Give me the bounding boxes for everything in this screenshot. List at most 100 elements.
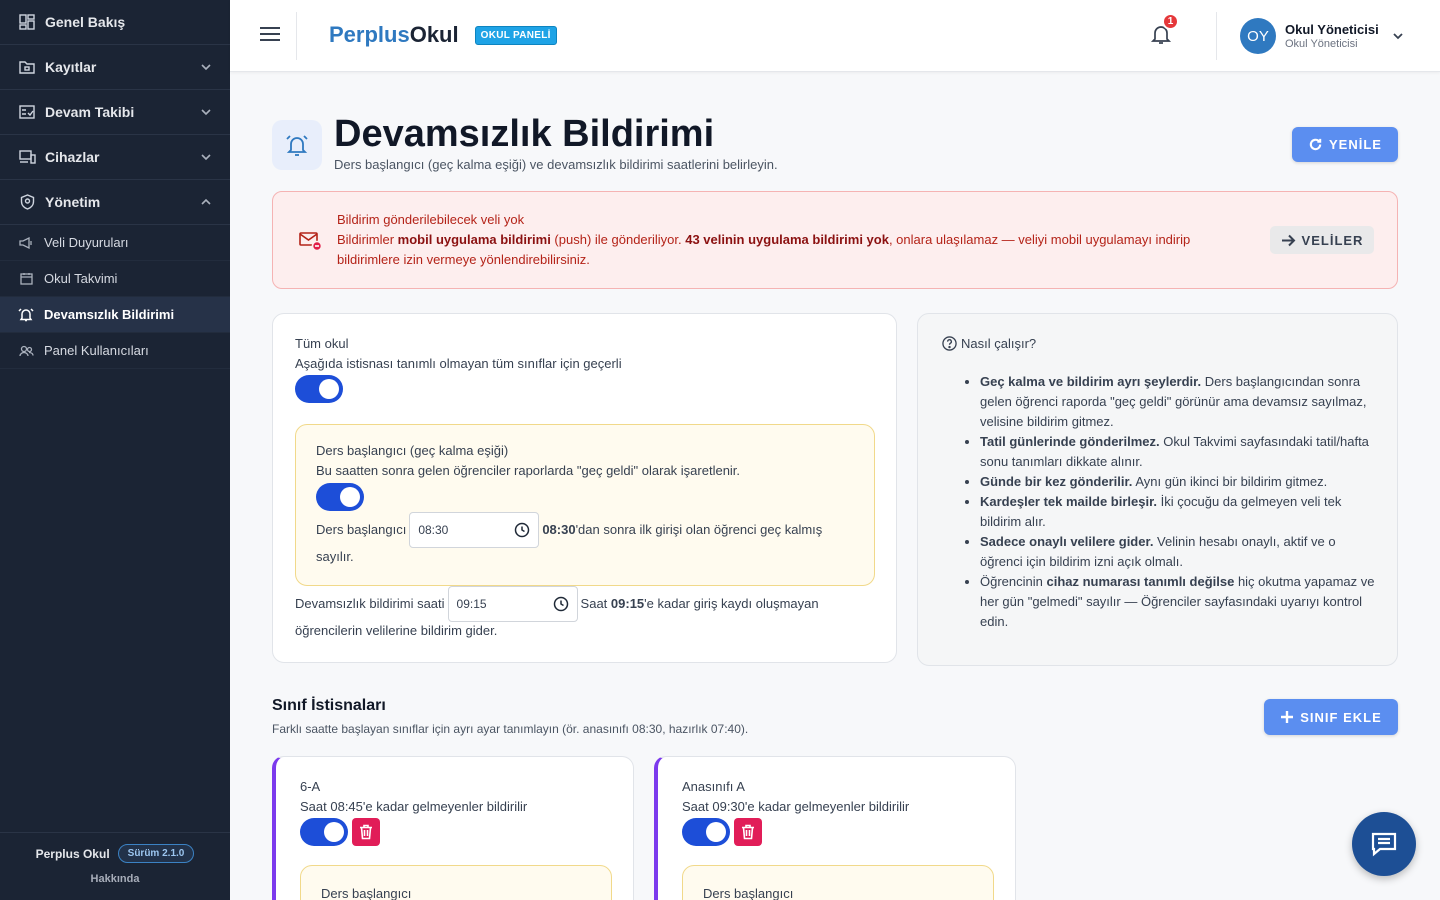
refresh-icon bbox=[1309, 138, 1322, 151]
sidebar-subitem-okul-takvimi[interactable]: Okul Takvimi bbox=[0, 261, 230, 297]
folder-icon bbox=[18, 58, 36, 76]
page-subtitle: Ders başlangıcı (geç kalma eşiği) ve dev… bbox=[334, 157, 778, 172]
add-class-label: SINIF EKLE bbox=[1300, 709, 1382, 725]
calendar-icon bbox=[18, 271, 34, 287]
megaphone-icon bbox=[18, 235, 34, 251]
add-class-button[interactable]: SINIF EKLE bbox=[1264, 699, 1398, 735]
sidebar-footer: Perplus Okul Sürüm 2.1.0 Hakkında bbox=[0, 832, 230, 900]
trash-icon bbox=[742, 824, 754, 840]
sidebar-item-label: Cihazlar bbox=[45, 149, 100, 165]
clock-icon bbox=[553, 596, 568, 612]
sidebar-item-kayitlar[interactable]: Kayıtlar bbox=[0, 45, 230, 90]
sidebar-subitem-veli-duyurulari[interactable]: Veli Duyuruları bbox=[0, 225, 230, 261]
school-settings-card: Tüm okul Aşağıda istisnası tanımlı olmay… bbox=[272, 313, 897, 663]
chevron-down-icon bbox=[1393, 33, 1403, 40]
menu-toggle-icon[interactable] bbox=[260, 27, 280, 43]
no-recipient-alert: Bildirim gönderilebilecek veli yok Bildi… bbox=[272, 191, 1398, 289]
threshold-time-input[interactable]: 08:30 bbox=[409, 512, 540, 548]
delete-button[interactable] bbox=[352, 818, 380, 846]
sidebar-item-cihazlar[interactable]: Cihazlar bbox=[0, 135, 230, 180]
clock-icon bbox=[515, 522, 530, 538]
arrow-right-icon bbox=[1281, 234, 1295, 246]
info-list: Geç kalma ve bildirim ayrı şeylerdir. De… bbox=[980, 372, 1376, 632]
chevron-up-icon bbox=[201, 198, 211, 205]
avatar: OY bbox=[1240, 18, 1276, 54]
notify-hint-cont: öğrencilerin velilerine bildirim gider. bbox=[295, 623, 498, 638]
sidebar-subitem-devamsizlik-bildirimi[interactable]: Devamsızlık Bildirimi bbox=[0, 297, 230, 333]
sidebar-item-devam-takibi[interactable]: Devam Takibi bbox=[0, 90, 230, 135]
list-item: Sadece onaylı velilere gider. Velinin he… bbox=[980, 532, 1376, 572]
threshold-field-label: Ders başlangıcı bbox=[316, 522, 407, 537]
panel-badge: OKUL PANELİ bbox=[474, 25, 557, 45]
sidebar-item-genel-bakis[interactable]: Genel Bakış bbox=[0, 0, 230, 45]
brand-part-2: Okul bbox=[409, 22, 459, 47]
class-toggle[interactable] bbox=[682, 818, 730, 846]
help-icon bbox=[942, 336, 957, 351]
scope-description: Aşağıda istisnası tanımlı olmayan tüm sı… bbox=[295, 356, 622, 371]
list-item: Öğrencinin cihaz numarası tanımlı değils… bbox=[980, 572, 1376, 632]
class-toggle[interactable] bbox=[300, 818, 348, 846]
page-title: Devamsızlık Bildirimi bbox=[334, 113, 715, 155]
users-icon bbox=[18, 343, 34, 359]
sidebar-subitem-label: Veli Duyuruları bbox=[44, 235, 129, 250]
refresh-button[interactable]: YENİLE bbox=[1292, 127, 1398, 162]
class-exception-card: Anasınıfı A Saat 09:30'e kadar gelmeyenl… bbox=[654, 756, 1016, 900]
threshold-title: Ders başlangıcı (geç kalma eşiği) bbox=[316, 443, 509, 458]
mail-error-icon bbox=[299, 232, 323, 252]
how-it-works-card: Nasıl çalışır? Geç kalma ve bildirim ayr… bbox=[917, 313, 1398, 666]
refresh-label: YENİLE bbox=[1329, 137, 1382, 152]
user-name: Okul Yöneticisi bbox=[1285, 22, 1379, 37]
header-divider bbox=[1216, 12, 1217, 60]
threshold-time-value: 08:30 bbox=[418, 523, 449, 537]
chat-button[interactable] bbox=[1352, 812, 1416, 876]
notify-time-input[interactable]: 09:15 bbox=[447, 586, 578, 622]
exceptions-subtitle: Farklı saatte başlayan sınıflar için ayr… bbox=[272, 722, 749, 736]
plus-icon bbox=[1281, 711, 1294, 723]
brand-logo: Perplus Okul OKUL PANELİ bbox=[329, 22, 557, 48]
shield-icon bbox=[18, 193, 36, 211]
class-threshold-label: Ders başlangıcı bbox=[703, 886, 794, 900]
sidebar-subitem-label: Okul Takvimi bbox=[44, 271, 118, 286]
alert-message: Bildirimler mobil uygulama bildirimi (pu… bbox=[337, 232, 1191, 267]
alert-title: Bildirim gönderilebilecek veli yok bbox=[337, 212, 525, 227]
info-title: Nasıl çalışır? bbox=[961, 336, 1037, 351]
sidebar-subitem-label: Panel Kullanıcıları bbox=[44, 343, 149, 358]
sidebar-subitem-label: Devamsızlık Bildirimi bbox=[44, 307, 175, 322]
chevron-down-icon bbox=[201, 64, 211, 71]
list-item: Geç kalma ve bildirim ayrı şeylerdir. De… bbox=[980, 372, 1376, 432]
user-menu[interactable]: OY Okul Yöneticisi Okul Yöneticisi bbox=[1240, 18, 1405, 54]
class-name: 6-A bbox=[300, 779, 321, 794]
list-item: Günde bir kez gönderilir. Aynı gün ikinc… bbox=[980, 472, 1376, 492]
sidebar-item-yonetim[interactable]: Yönetim bbox=[0, 180, 230, 225]
sidebar: Genel Bakış Kayıtlar Devam Takibi Cihazl… bbox=[0, 0, 230, 900]
devices-icon bbox=[18, 148, 36, 166]
class-threshold-label: Ders başlangıcı bbox=[321, 886, 412, 900]
threshold-toggle[interactable] bbox=[316, 483, 364, 511]
scope-title: Tüm okul bbox=[295, 336, 349, 351]
list-item: Kardeşler tek mailde birleşir. İki çocuğ… bbox=[980, 492, 1376, 532]
page-alarm-icon bbox=[272, 120, 322, 170]
class-threshold-box: Ders başlangıcı bbox=[300, 865, 612, 900]
chevron-down-icon bbox=[201, 109, 211, 116]
notify-hint: Saat 09:15'e kadar giriş kaydı oluşmayan bbox=[580, 596, 819, 611]
class-threshold-box: Ders başlangıcı bbox=[682, 865, 994, 900]
class-name: Anasınıfı A bbox=[682, 779, 745, 794]
delete-button[interactable] bbox=[734, 818, 762, 846]
about-link[interactable]: Hakkında bbox=[0, 873, 230, 885]
class-description: Saat 08:45'e kadar gelmeyenler bildirili… bbox=[300, 799, 528, 814]
veliler-label: VELİLER bbox=[1301, 232, 1364, 248]
footer-app-name: Perplus Okul bbox=[35, 846, 110, 861]
class-exception-card: 6-A Saat 08:45'e kadar gelmeyenler bildi… bbox=[272, 756, 634, 900]
sidebar-item-label: Kayıtlar bbox=[45, 59, 97, 75]
dashboard-icon bbox=[18, 13, 36, 31]
sidebar-item-label: Genel Bakış bbox=[45, 14, 126, 30]
school-wide-toggle[interactable] bbox=[295, 375, 343, 403]
exceptions-title: Sınıf İstisnaları bbox=[272, 697, 386, 714]
alarm-icon bbox=[18, 307, 34, 323]
chevron-down-icon bbox=[201, 154, 211, 161]
veliler-button[interactable]: VELİLER bbox=[1270, 226, 1374, 254]
brand-part-1: Perplus bbox=[329, 22, 410, 47]
class-description: Saat 09:30'e kadar gelmeyenler bildirili… bbox=[682, 799, 910, 814]
version-badge: Sürüm 2.1.0 bbox=[117, 844, 195, 863]
sidebar-subitem-panel-kullanicilari[interactable]: Panel Kullanıcıları bbox=[0, 333, 230, 369]
